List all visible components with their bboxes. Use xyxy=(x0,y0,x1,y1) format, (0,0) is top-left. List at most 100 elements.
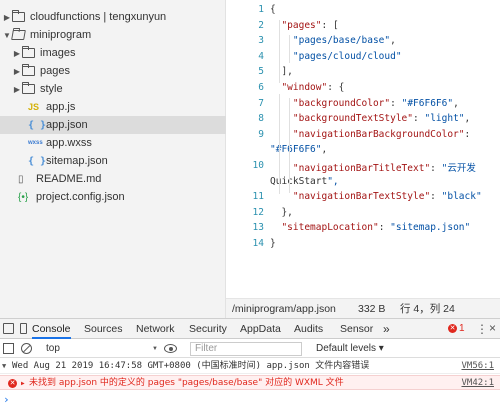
tree-item-label: style xyxy=(40,83,63,95)
tree-item[interactable]: {•} project.config.json xyxy=(0,188,226,206)
error-source-link[interactable]: VM42:1 xyxy=(461,376,494,391)
clear-console-icon[interactable] xyxy=(21,343,32,354)
tab-audits[interactable]: Audits xyxy=(294,319,323,339)
error-message: 未找到 app.json 中的定义的 pages "pages/base/bas… xyxy=(29,378,344,388)
folder-open-icon xyxy=(11,30,26,40)
tree-item[interactable]: JS app.js xyxy=(0,98,226,116)
tree-item[interactable]: wxss app.wxss xyxy=(0,134,226,152)
tree-item-label: app.js xyxy=(46,101,76,113)
line-number: 4 xyxy=(258,50,264,62)
console-toolbar: top ▼ Filter Default levels ▾ xyxy=(0,340,500,358)
indent-guide xyxy=(279,20,280,83)
json-file-icon: { } xyxy=(28,119,47,131)
line-number: 14 xyxy=(252,238,264,249)
file-size: 332 B xyxy=(358,302,386,315)
line-number: 12 xyxy=(252,206,264,218)
code-line: "backgroundTextStyle": "light", xyxy=(292,113,471,125)
code-line: "sitemapLocation": "sitemap.json" xyxy=(281,222,471,234)
tree-item-label: pages xyxy=(40,65,70,77)
sidebar-toggle-icon[interactable] xyxy=(3,343,14,354)
line-number: 2 xyxy=(258,19,264,31)
tree-item-label: images xyxy=(40,47,76,59)
expand-triangle-icon[interactable]: ▼ xyxy=(2,359,6,374)
line-number: 1 xyxy=(258,4,264,15)
log-source-link[interactable]: VM56:1 xyxy=(461,359,494,374)
line-number: 8 xyxy=(258,113,264,125)
console-log-entry: ▼ Wed Aug 21 2019 16:47:58 GMT+0800 (中国标… xyxy=(0,359,500,374)
line-number: 11 xyxy=(252,191,264,203)
tree-item[interactable]: ▶ images xyxy=(0,44,226,62)
code-line: { xyxy=(270,4,276,15)
line-number: 7 xyxy=(258,97,264,109)
code-line: "backgroundColor": "#F6F6F6", xyxy=(292,97,459,109)
error-icon: ✕ xyxy=(8,379,17,388)
cloud-folder-icon xyxy=(12,10,25,22)
code-line: ], xyxy=(270,66,293,78)
config-file-icon: {•} xyxy=(18,191,29,203)
expand-arrow-icon[interactable]: ▶ xyxy=(21,376,25,391)
line-number: 3 xyxy=(258,35,264,47)
tree-item[interactable]: { } sitemap.json xyxy=(0,152,226,170)
tab-console[interactable]: Console xyxy=(32,319,71,339)
code-line: "navigationBarTextStyle": "black" xyxy=(292,191,482,203)
tree-item[interactable]: ▯ README.md xyxy=(0,170,226,188)
chevron-right-icon[interactable]: ▶ xyxy=(12,67,22,76)
tree-item-label: app.wxss xyxy=(46,137,92,149)
chevron-right-icon[interactable]: ▶ xyxy=(12,49,22,58)
tab-sensor[interactable]: Sensor xyxy=(340,319,373,339)
file-path: /miniprogram/app.json xyxy=(232,302,336,315)
indent-guide xyxy=(279,94,280,194)
md-file-icon: ▯ xyxy=(18,173,24,185)
tree-item-label: README.md xyxy=(36,173,102,185)
indent-guide xyxy=(289,35,290,63)
code-line: "navigationBarTitleText": "云开发 xyxy=(292,163,476,174)
console-error-entry: ✕ ▶ 未找到 app.json 中的定义的 pages "pages/base… xyxy=(0,375,500,390)
log-levels-select[interactable]: Default levels ▾ xyxy=(316,343,384,354)
chevron-right-icon[interactable]: ▶ xyxy=(12,85,22,94)
error-count-badge[interactable]: ✕ 1 xyxy=(448,323,465,334)
folder-icon xyxy=(22,64,35,76)
indent-guide xyxy=(289,98,290,193)
tree-item-label: miniprogram xyxy=(30,29,92,41)
code-editor[interactable]: 1 2 3 4 5 6 7 8 9 10 11 12 13 14 { "pages": [ "pages/… xyxy=(226,0,500,318)
tree-item[interactable]: ▶ style xyxy=(0,80,226,98)
tree-item[interactable]: ▼ miniprogram xyxy=(0,26,226,44)
code-line: } xyxy=(270,238,276,249)
console-prompt[interactable]: › xyxy=(0,392,500,407)
error-icon: ✕ xyxy=(448,324,457,333)
chevron-right-icon[interactable]: ▶ xyxy=(2,13,12,22)
close-devtools-icon[interactable]: × xyxy=(489,321,496,335)
eye-icon[interactable] xyxy=(164,344,177,353)
tab-appdata[interactable]: AppData xyxy=(240,319,281,339)
line-number: 6 xyxy=(258,82,264,93)
tree-item-label: cloudfunctions | tengxunyun xyxy=(30,11,167,23)
tab-sources[interactable]: Sources xyxy=(84,319,123,339)
line-number: 10 xyxy=(252,160,264,171)
devtools-tab-bar: Console Sources Network Security AppData… xyxy=(0,319,500,339)
editor-status-bar: /miniprogram/app.json 332 B 行 4，列 24 xyxy=(226,298,500,318)
tree-item-label: project.config.json xyxy=(36,191,125,203)
code-line: "navigationBarBackgroundColor": xyxy=(292,128,471,140)
device-toolbar-icon[interactable] xyxy=(20,323,27,334)
folder-icon xyxy=(22,82,35,94)
code-line: QuickStart", xyxy=(270,175,339,187)
tree-item[interactable]: { } app.json xyxy=(0,116,226,134)
file-tree: ▶ cloudfunctions | tengxunyun ▼ miniprogram… xyxy=(0,0,226,318)
tree-item[interactable]: ▶ pages xyxy=(0,62,226,80)
json-file-icon: { } xyxy=(28,155,47,167)
code-line: "window": { xyxy=(281,82,345,93)
cursor-position[interactable]: 行 4，列 24 xyxy=(400,301,455,316)
tab-security[interactable]: Security xyxy=(189,319,227,339)
prompt-icon: › xyxy=(3,393,10,406)
folder-icon xyxy=(22,46,35,58)
log-message: Wed Aug 21 2019 16:47:58 GMT+0800 (中国标准时… xyxy=(12,361,370,371)
more-options-icon[interactable]: ⋮ xyxy=(476,322,488,336)
more-tabs-button[interactable]: » xyxy=(383,319,390,339)
tree-item[interactable]: ▶ cloudfunctions | tengxunyun xyxy=(0,8,226,26)
line-number: 13 xyxy=(252,222,264,234)
inspect-icon[interactable] xyxy=(3,323,14,334)
context-select[interactable]: top ▼ xyxy=(46,343,158,356)
console-filter-input[interactable]: Filter xyxy=(190,342,302,356)
js-file-icon: JS xyxy=(28,102,40,112)
tab-network[interactable]: Network xyxy=(136,319,175,339)
